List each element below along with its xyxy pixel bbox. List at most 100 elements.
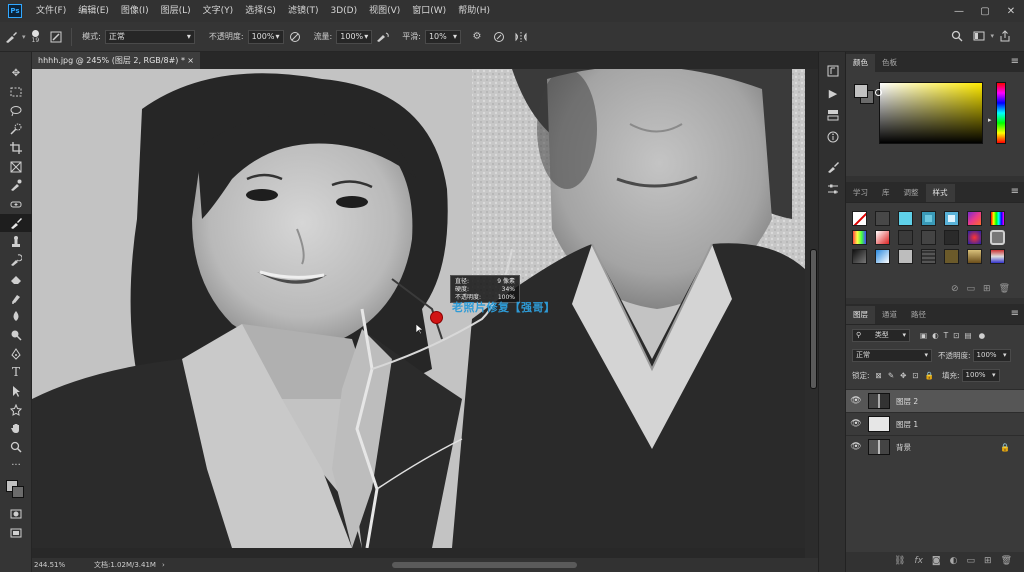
tab-libraries[interactable]: 库: [875, 184, 897, 202]
canvas-area[interactable]: 直径: 9 像素 硬度: 34% 不透明度: 100% 老照片修复【强哥】: [32, 69, 818, 558]
menu-file[interactable]: 文件(F): [30, 0, 72, 22]
style-swatch[interactable]: [944, 249, 959, 264]
new-style-icon[interactable]: ⊞: [983, 284, 991, 294]
airbrush-icon[interactable]: [375, 29, 391, 45]
style-swatch[interactable]: [875, 230, 890, 245]
layer-filter-select[interactable]: ⚲ 类型 ▾: [852, 328, 910, 342]
healing-brush-tool-icon[interactable]: [0, 195, 32, 214]
eye-icon[interactable]: 👁: [846, 396, 866, 406]
custom-shape-tool-icon[interactable]: [0, 400, 32, 419]
scrollbar-thumb[interactable]: [810, 249, 817, 389]
eyedropper-tool-icon[interactable]: [0, 176, 32, 195]
style-swatch[interactable]: [875, 249, 890, 264]
tab-color[interactable]: 颜色: [846, 54, 875, 72]
info-panel-icon[interactable]: [819, 126, 847, 148]
layer-row[interactable]: 👁 背景 🔒: [846, 435, 1024, 458]
style-swatch[interactable]: [898, 211, 913, 226]
minimize-button[interactable]: —: [946, 0, 972, 22]
lock-options-icons[interactable]: ⊠✎✥⊡🔒: [876, 371, 940, 380]
share-icon[interactable]: [997, 28, 1013, 44]
layer-opacity-field[interactable]: 100% ▾: [972, 348, 1011, 362]
history-panel-icon[interactable]: [819, 60, 847, 82]
lasso-tool-icon[interactable]: [0, 101, 32, 120]
eye-icon[interactable]: 👁: [846, 419, 866, 429]
close-button[interactable]: ✕: [998, 0, 1024, 22]
add-mask-icon[interactable]: ◙: [932, 556, 941, 566]
flow-field[interactable]: 100% ▾: [336, 29, 373, 44]
zoom-level[interactable]: 244.51%: [32, 561, 72, 569]
history-brush-tool-icon[interactable]: [0, 251, 32, 270]
path-selection-tool-icon[interactable]: [0, 382, 32, 401]
menu-select[interactable]: 选择(S): [239, 0, 282, 22]
style-swatch[interactable]: [967, 211, 982, 226]
layer-name[interactable]: 背景: [896, 442, 911, 453]
more-tools-icon[interactable]: ···: [0, 456, 32, 475]
style-swatch[interactable]: [967, 249, 982, 264]
maximize-button[interactable]: ▢: [972, 0, 998, 22]
quick-mask-icon[interactable]: [0, 505, 32, 524]
menu-type[interactable]: 文字(Y): [197, 0, 240, 22]
lock-icon[interactable]: 🔒: [1000, 443, 1010, 452]
dodge-tool-icon[interactable]: [0, 326, 32, 345]
clone-stamp-tool-icon[interactable]: [0, 232, 32, 251]
style-swatch[interactable]: [852, 230, 867, 245]
chevron-right-icon[interactable]: ›: [162, 561, 165, 569]
new-group-icon[interactable]: ▭: [967, 556, 976, 566]
tab-learn[interactable]: 学习: [846, 184, 875, 202]
vertical-scrollbar[interactable]: [805, 69, 818, 558]
panel-menu-icon[interactable]: ≡: [1011, 56, 1019, 67]
trash-icon[interactable]: 🗑: [999, 284, 1010, 294]
opacity-field[interactable]: 100% ▾: [247, 29, 284, 44]
document-info[interactable]: 文档:1.02M/3.41M: [94, 560, 156, 570]
picker-handle-icon[interactable]: [875, 89, 882, 96]
layer-row[interactable]: 👁 图层 2: [846, 389, 1024, 412]
tab-adjustments[interactable]: 调整: [897, 184, 926, 202]
adjustments-panel-icon[interactable]: [819, 178, 847, 200]
zoom-tool-icon[interactable]: [0, 438, 32, 457]
crop-tool-icon[interactable]: [0, 139, 32, 158]
style-swatch[interactable]: [898, 249, 913, 264]
gear-icon[interactable]: ⚙: [469, 29, 485, 45]
menu-help[interactable]: 帮助(H): [452, 0, 496, 22]
tab-swatches[interactable]: 色板: [875, 54, 904, 72]
marquee-tool-icon[interactable]: [0, 83, 32, 102]
symmetry-icon[interactable]: [513, 29, 529, 45]
tab-layers[interactable]: 图层: [846, 306, 875, 324]
fx-icon[interactable]: fx: [914, 556, 923, 566]
move-tool-icon[interactable]: ✥: [0, 64, 32, 83]
layer-filter-icons[interactable]: ▣◐T⊡▤: [920, 331, 977, 340]
type-tool-icon[interactable]: T: [0, 363, 32, 382]
menu-edit[interactable]: 编辑(E): [72, 0, 115, 22]
color-swatches[interactable]: [0, 475, 31, 505]
layer-name[interactable]: 图层 2: [896, 396, 918, 407]
hue-slider[interactable]: [996, 82, 1006, 144]
frame-tool-icon[interactable]: [0, 157, 32, 176]
menu-layer[interactable]: 图层(L): [155, 0, 197, 22]
style-swatch[interactable]: [898, 230, 913, 245]
clear-style-icon[interactable]: ⊘: [951, 284, 959, 294]
layer-row[interactable]: 👁 图层 1: [846, 412, 1024, 435]
quick-selection-tool-icon[interactable]: [0, 120, 32, 139]
tab-channels[interactable]: 通道: [875, 306, 904, 324]
tab-paths[interactable]: 路径: [904, 306, 933, 324]
tab-styles[interactable]: 样式: [925, 184, 955, 202]
hue-slider-handle-icon[interactable]: ▸: [988, 116, 992, 124]
blend-mode-select[interactable]: 正常 ▾: [852, 348, 932, 362]
style-swatch[interactable]: [990, 211, 1005, 226]
new-layer-icon[interactable]: ⊞: [984, 556, 992, 566]
menu-image[interactable]: 图像(I): [115, 0, 155, 22]
style-swatch[interactable]: [990, 230, 1005, 245]
brush-settings-panel-icon[interactable]: [819, 156, 847, 178]
style-swatch[interactable]: [921, 230, 936, 245]
horizontal-scrollbar[interactable]: [392, 562, 577, 568]
menu-view[interactable]: 视图(V): [363, 0, 406, 22]
workspace-icon[interactable]: [971, 28, 987, 44]
filter-toggle-icon[interactable]: ●: [979, 331, 986, 340]
foreground-color-swatch[interactable]: [854, 84, 868, 98]
background-color-swatch[interactable]: [12, 486, 24, 499]
actions-play-icon[interactable]: ▶: [819, 82, 847, 104]
trash-icon[interactable]: 🗑: [1001, 556, 1012, 566]
style-swatch[interactable]: [944, 211, 959, 226]
fill-field[interactable]: 100% ▾: [961, 368, 1000, 382]
style-swatch[interactable]: [875, 211, 890, 226]
